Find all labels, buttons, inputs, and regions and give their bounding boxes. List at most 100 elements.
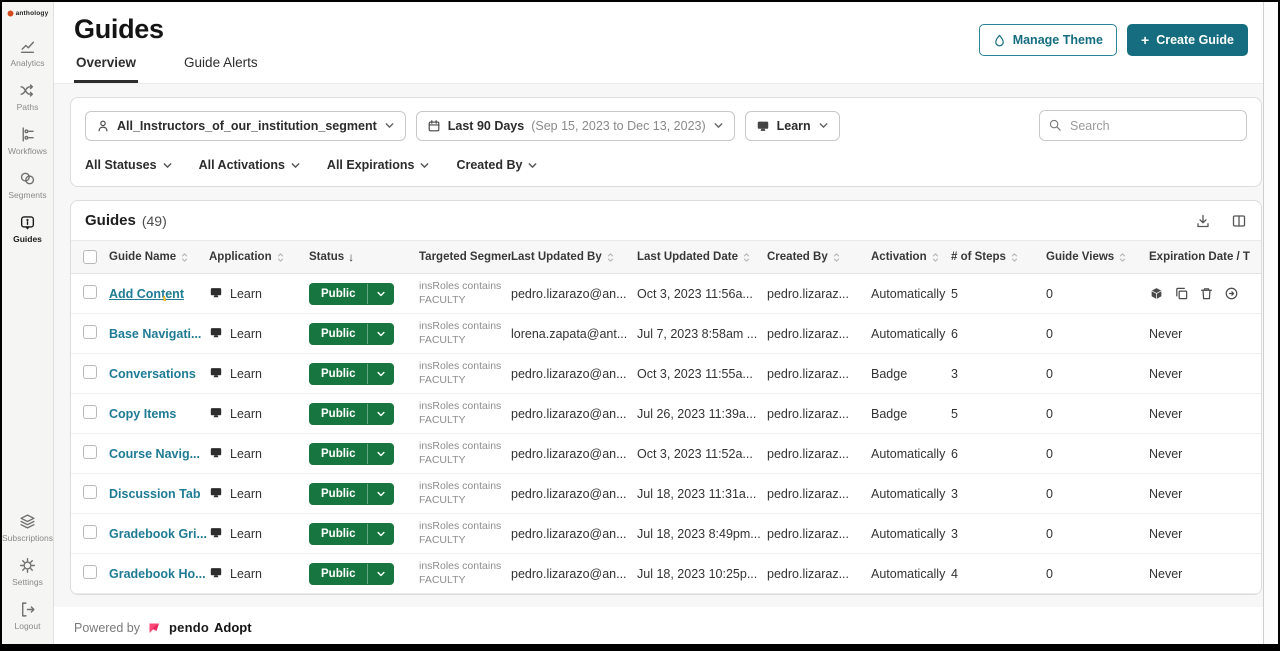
sidebar-item-label: Guides xyxy=(13,234,42,244)
app-icon xyxy=(209,486,223,502)
column-label: Last Updated Date xyxy=(637,251,738,263)
row-checkbox[interactable] xyxy=(83,405,97,419)
guide-name-link[interactable]: Add Content☝ xyxy=(109,287,184,301)
row-checkbox[interactable] xyxy=(83,365,97,379)
status-badge[interactable]: Public xyxy=(309,403,394,425)
guide-name-link[interactable]: Copy Items xyxy=(109,407,176,421)
status-badge[interactable]: Public xyxy=(309,443,394,465)
guide-name-link[interactable]: Conversations xyxy=(109,367,196,381)
sidebar-item-paths[interactable]: Paths xyxy=(2,82,53,112)
sidebar-item-segments[interactable]: Segments xyxy=(2,170,53,200)
cell-guide-views: 0 xyxy=(1046,527,1149,541)
sidebar-item-subscriptions[interactable]: Subscriptions xyxy=(2,513,53,543)
status-badge[interactable]: Public xyxy=(309,523,394,545)
cell-status: Public xyxy=(309,523,419,545)
cell-guide-views: 0 xyxy=(1046,487,1149,501)
cell-last-updated-date: Jul 7, 2023 8:58am ... xyxy=(637,327,767,341)
cell-created-by: pedro.lizaraz... xyxy=(767,487,871,501)
all-statuses-dropdown[interactable]: All Statuses xyxy=(85,158,173,172)
status-badge[interactable]: Public xyxy=(309,283,394,305)
cell-guide-views: 0 xyxy=(1046,327,1149,341)
guide-name-link[interactable]: Discussion Tab xyxy=(109,487,200,501)
sidebar-item-guides[interactable]: Guides xyxy=(2,214,53,244)
row-checkbox[interactable] xyxy=(83,445,97,459)
row-checkbox[interactable] xyxy=(83,325,97,339)
delete-icon[interactable] xyxy=(1199,286,1214,301)
calendar-icon xyxy=(427,119,441,133)
dropdown-label: Created By xyxy=(456,158,522,172)
preview-icon[interactable] xyxy=(1224,286,1239,301)
column-header-guide-views[interactable]: Guide Views xyxy=(1046,251,1149,264)
row-checkbox[interactable] xyxy=(83,525,97,539)
column-header-status[interactable]: Status↓ xyxy=(309,250,419,264)
chevron-down-icon xyxy=(162,160,173,171)
analytics-icon xyxy=(19,38,36,55)
create-guide-button[interactable]: + Create Guide xyxy=(1127,24,1248,56)
sidebar-item-workflows[interactable]: Workflows xyxy=(2,126,53,156)
dropdown-label: All Statuses xyxy=(85,158,157,172)
created-by-dropdown[interactable]: Created By xyxy=(456,158,538,172)
cell-guide-name: Gradebook Ho... xyxy=(109,567,209,581)
page-header: Guides Overview Guide Alerts Manage Them… xyxy=(54,2,1278,83)
sidebar-item-logout[interactable]: Logout xyxy=(2,601,53,631)
status-badge[interactable]: Public xyxy=(309,483,394,505)
tab-overview[interactable]: Overview xyxy=(74,55,138,83)
sort-icon xyxy=(180,251,189,264)
date-range-dropdown[interactable]: Last 90 Days (Sep 15, 2023 to Dec 13, 20… xyxy=(416,111,735,141)
all-activations-dropdown[interactable]: All Activations xyxy=(199,158,301,172)
status-badge[interactable]: Public xyxy=(309,323,394,345)
content-band: All_Instructors_of_our_institution_segme… xyxy=(54,83,1278,607)
sidebar-item-analytics[interactable]: Analytics xyxy=(2,38,53,68)
column-header-application[interactable]: Application xyxy=(209,251,309,264)
row-checkbox[interactable] xyxy=(83,565,97,579)
column-header-of-steps[interactable]: # of Steps xyxy=(951,251,1046,264)
cell-last-updated-by: pedro.lizarazo@an... xyxy=(511,447,637,461)
status-badge[interactable]: Public xyxy=(309,563,394,585)
row-checkbox[interactable] xyxy=(83,485,97,499)
column-label: Guide Views xyxy=(1046,251,1114,263)
column-settings-icon[interactable] xyxy=(1231,213,1247,229)
guide-name-link[interactable]: Gradebook Ho... xyxy=(109,567,206,581)
column-header-activation[interactable]: Activation xyxy=(871,251,951,264)
footer: Powered by pendo Adopt xyxy=(54,607,1278,644)
cell-last-updated-date: Jul 18, 2023 8:49pm... xyxy=(637,527,767,541)
cell-last-updated-date: Jul 18, 2023 11:31a... xyxy=(637,487,767,501)
application-label: Learn xyxy=(230,327,262,341)
cell-expiration: Never xyxy=(1149,487,1262,501)
guide-name-link[interactable]: Course Navig... xyxy=(109,447,200,461)
chevron-down-icon xyxy=(818,120,829,131)
guides-icon xyxy=(19,214,36,231)
cell-application: Learn xyxy=(209,446,309,462)
search-input[interactable] xyxy=(1039,110,1247,141)
manage-theme-button[interactable]: Manage Theme xyxy=(979,24,1117,56)
guide-name-link[interactable]: Base Navigati... xyxy=(109,327,201,341)
app-icon xyxy=(209,446,223,462)
sidebar-item-label: Workflows xyxy=(8,146,47,156)
column-header-last-updated-date[interactable]: Last Updated Date xyxy=(637,251,767,264)
guide-name-link[interactable]: Gradebook Gri... xyxy=(109,527,207,541)
column-header-created-by[interactable]: Created By xyxy=(767,251,871,264)
row-checkbox[interactable] xyxy=(83,285,97,299)
cell-guide-views: 0 xyxy=(1046,287,1149,301)
cell-expiration: Never xyxy=(1149,367,1262,381)
all-expirations-dropdown[interactable]: All Expirations xyxy=(327,158,431,172)
sidebar-item-settings[interactable]: Settings xyxy=(2,557,53,587)
cell-created-by: pedro.lizaraz... xyxy=(767,367,871,381)
column-header-guide-name[interactable]: Guide Name xyxy=(109,251,209,264)
pendo-product-text: Adopt xyxy=(214,620,252,635)
tab-guide-alerts[interactable]: Guide Alerts xyxy=(182,55,260,83)
segment-filter-dropdown[interactable]: All_Instructors_of_our_institution_segme… xyxy=(85,111,406,141)
application-filter-dropdown[interactable]: Learn xyxy=(745,111,840,141)
column-header-last-updated-by[interactable]: Last Updated By xyxy=(511,251,637,264)
select-all-checkbox[interactable] xyxy=(83,250,97,264)
duplicate-icon[interactable] xyxy=(1174,286,1189,301)
sort-icon xyxy=(931,251,940,264)
download-icon[interactable] xyxy=(1195,213,1211,229)
column-label: Last Updated By xyxy=(511,251,602,263)
droplet-icon xyxy=(993,34,1006,47)
sort-descending-icon: ↓ xyxy=(348,250,354,264)
status-badge[interactable]: Public xyxy=(309,363,394,385)
layers-icon[interactable] xyxy=(1149,286,1164,301)
sidebar-item-label: Segments xyxy=(8,190,46,200)
powered-by-label: Powered by xyxy=(74,621,140,635)
